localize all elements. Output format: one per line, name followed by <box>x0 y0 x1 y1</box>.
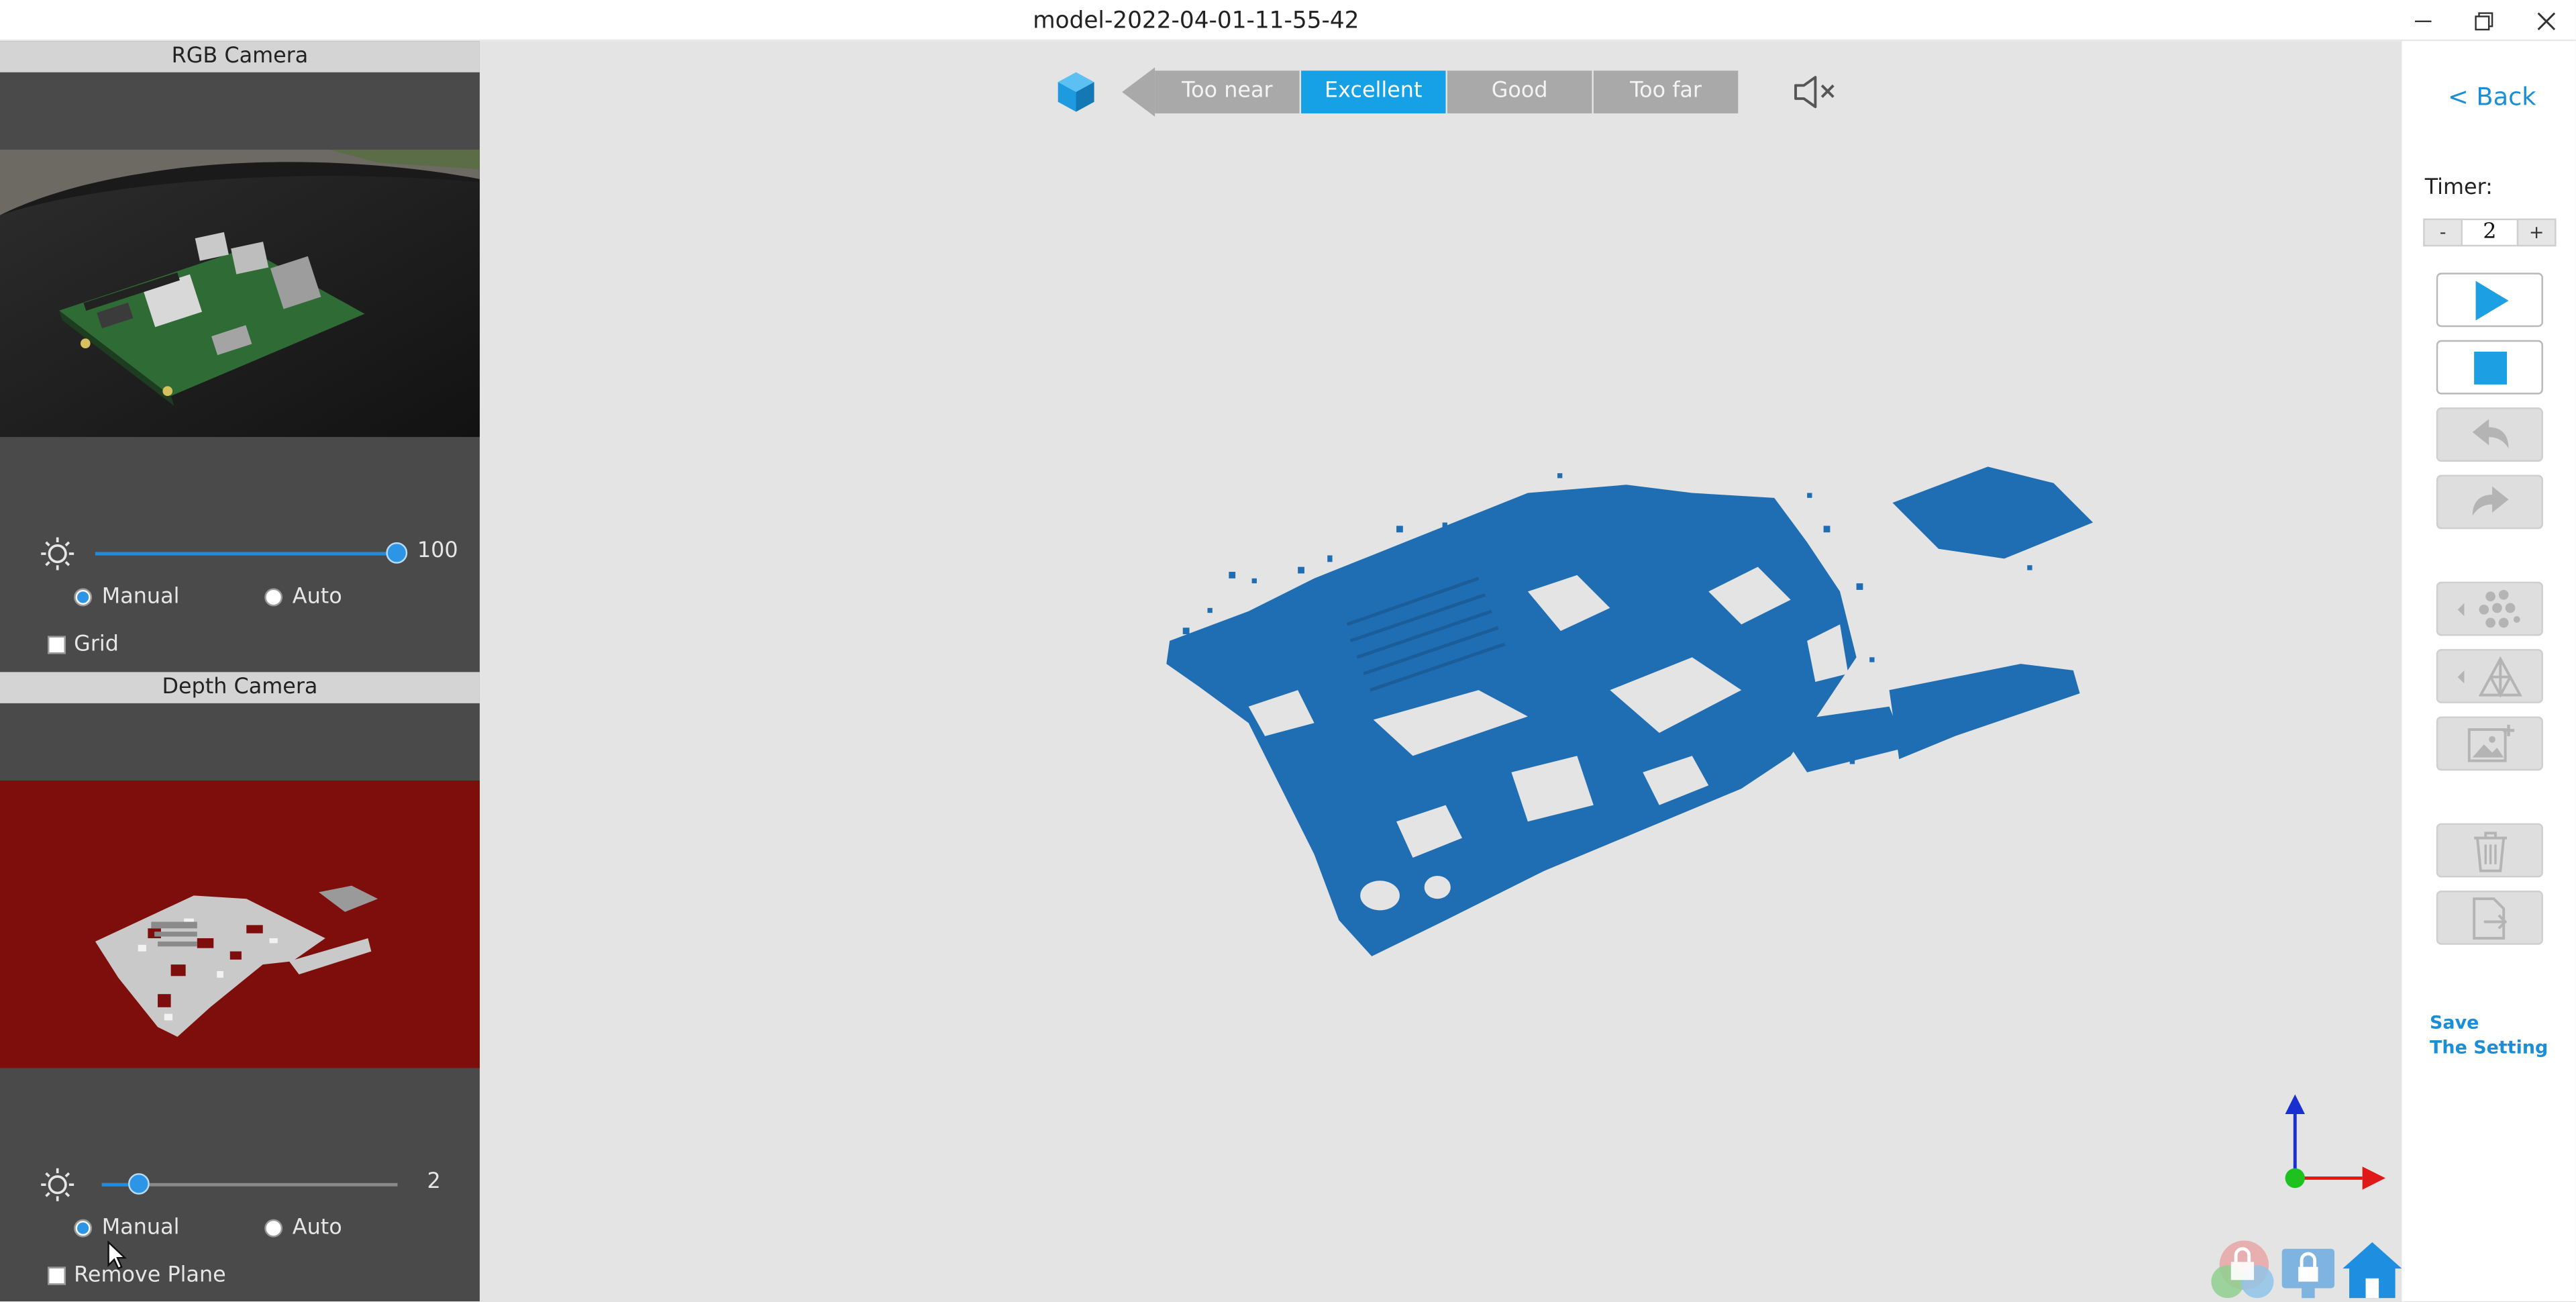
window-title: model-2022-04-01-11-55-42 <box>1033 8 1359 35</box>
point-cloud-button[interactable] <box>2436 581 2543 636</box>
rgb-brightness-handle[interactable] <box>386 542 408 564</box>
depth-auto-label: Auto <box>292 1215 342 1241</box>
grid-label: Grid <box>74 632 119 658</box>
scan-mesh <box>1166 466 2094 956</box>
distance-too-near: Too near <box>1155 70 1300 113</box>
save-setting-button[interactable]: Save The Setting <box>2430 1011 2548 1060</box>
export-button[interactable] <box>2436 890 2543 945</box>
rgb-auto-label: Auto <box>292 585 342 610</box>
distance-indicator: Too near Excellent Good Too far <box>1122 67 1740 117</box>
play-icon <box>2475 280 2508 320</box>
add-texture-button[interactable] <box>2436 716 2543 771</box>
mesh-button[interactable] <box>2436 649 2543 703</box>
undo-icon <box>2471 418 2508 448</box>
delete-icon <box>2473 831 2506 872</box>
undo-button[interactable] <box>2436 407 2543 462</box>
add-texture-icon <box>2467 723 2514 762</box>
bottom-icons <box>2211 1240 2402 1299</box>
3d-viewport[interactable] <box>480 41 2402 1301</box>
depth-manual-radio-dot <box>74 1219 93 1238</box>
timer-label: Timer: <box>2424 175 2493 201</box>
rgb-auto-radio-dot <box>264 588 283 607</box>
brightness-icon <box>41 537 74 570</box>
rgb-manual-radio[interactable]: Manual <box>74 585 180 610</box>
timer-stepper[interactable]: - 2 + <box>2423 218 2557 247</box>
screen-lock-icon[interactable] <box>2281 1248 2335 1299</box>
start-scan-button[interactable] <box>2436 272 2543 328</box>
exposure-icon <box>41 1168 74 1201</box>
depth-manual-radio[interactable]: Manual <box>74 1215 180 1241</box>
export-icon <box>2471 897 2507 939</box>
stop-icon <box>2473 350 2506 384</box>
redo-icon <box>2471 485 2508 515</box>
timer-decrement-button[interactable]: - <box>2423 218 2463 247</box>
restore-icon <box>2474 11 2493 30</box>
depth-manual-label: Manual <box>101 1215 180 1241</box>
depth-exposure-slider[interactable]: 2 <box>0 1163 480 1203</box>
grid-checkbox[interactable]: Grid <box>48 632 119 658</box>
mute-icon[interactable] <box>1791 72 1837 112</box>
rgb-brightness-fill <box>95 552 397 556</box>
minimize-button[interactable] <box>2392 0 2453 41</box>
mesh-icon <box>2457 655 2522 697</box>
axes-gizmo-icon <box>2285 1094 2385 1190</box>
cursor-icon <box>107 1240 127 1270</box>
grid-checkbox-box <box>48 636 66 654</box>
depth-camera-header: Depth Camera <box>0 672 480 703</box>
distance-too-far: Too far <box>1593 70 1739 113</box>
home-icon[interactable] <box>2342 1242 2402 1299</box>
timer-value[interactable]: 2 <box>2463 218 2517 247</box>
save-setting-line2: The Setting <box>2430 1036 2548 1058</box>
depth-exposure-handle[interactable] <box>127 1173 149 1195</box>
stop-scan-button[interactable] <box>2436 340 2543 395</box>
rgb-brightness-slider[interactable]: 100 <box>0 532 480 572</box>
distance-arrow-icon <box>1122 67 1155 117</box>
camera-panel: RGB Camera 100 Manual Auto Grid Depth Ca… <box>0 41 480 1302</box>
point-cloud-icon <box>2457 589 2520 628</box>
minimize-icon <box>2414 19 2431 21</box>
close-button[interactable] <box>2515 0 2576 41</box>
depth-camera-preview <box>0 780 480 1068</box>
rgb-brightness-value: 100 <box>417 539 458 564</box>
rgb-manual-radio-dot <box>74 588 93 607</box>
delete-button[interactable] <box>2436 823 2543 878</box>
rgb-manual-label: Manual <box>101 585 180 610</box>
distance-excellent: Excellent <box>1301 70 1446 113</box>
rgb-auto-radio[interactable]: Auto <box>264 585 342 610</box>
save-setting-line1: Save <box>2430 1012 2479 1034</box>
timer-increment-button[interactable]: + <box>2516 218 2557 247</box>
title-bar: model-2022-04-01-11-55-42 <box>0 0 2576 42</box>
close-icon <box>2536 11 2555 30</box>
depth-auto-radio[interactable]: Auto <box>264 1215 342 1241</box>
rgb-camera-preview <box>0 149 480 438</box>
rgb-brightness-track[interactable] <box>95 552 397 556</box>
remove-plane-checkbox[interactable]: Remove Plane <box>48 1263 226 1289</box>
remove-plane-checkbox-box <box>48 1266 66 1285</box>
depth-auto-radio-dot <box>264 1219 283 1238</box>
redo-button[interactable] <box>2436 474 2543 530</box>
restore-button[interactable] <box>2453 0 2514 41</box>
rgb-camera-header: RGB Camera <box>0 41 480 72</box>
cube-view-icon[interactable] <box>1053 69 1099 115</box>
lock-icon[interactable] <box>2211 1240 2274 1299</box>
distance-good: Good <box>1447 70 1592 113</box>
depth-exposure-value: 2 <box>427 1170 441 1195</box>
back-button[interactable]: < Back <box>2448 82 2536 111</box>
remove-plane-label: Remove Plane <box>74 1263 226 1289</box>
